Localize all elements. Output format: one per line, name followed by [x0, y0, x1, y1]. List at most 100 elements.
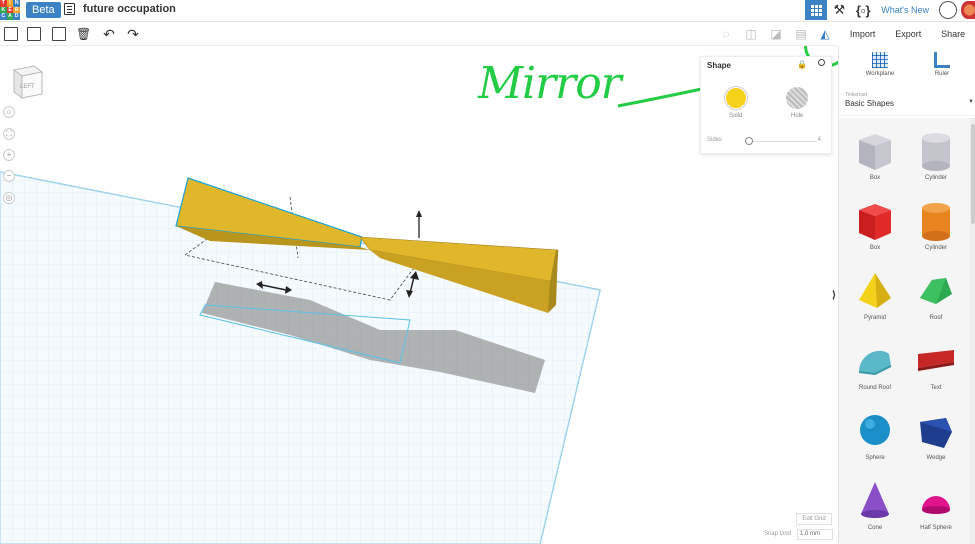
shape-label: Wedge [926, 455, 946, 461]
chevron-down-icon[interactable]: ▼ [968, 99, 974, 105]
shape-label: Cone [867, 525, 883, 531]
shape-category-select[interactable]: Basic Shapes [845, 99, 894, 108]
logo-letter: T [0, 0, 7, 7]
trash-icon[interactable]: 🗑 [76, 27, 91, 41]
snap-grid-select[interactable]: 1.0 mm [797, 529, 833, 540]
shape-label: Box [869, 175, 881, 181]
shape-cylinder[interactable]: Cylinder [906, 200, 966, 251]
light-bulb-icon[interactable]: ◌ [719, 27, 733, 41]
collapse-panel-icon[interactable]: ⟩ [832, 290, 836, 301]
sides-slider-knob[interactable] [745, 137, 753, 145]
zoom-out-icon[interactable]: − [3, 170, 15, 182]
user-avatar[interactable] [961, 1, 975, 19]
export-button[interactable]: Export [895, 29, 921, 39]
shape-cone[interactable]: Cone [845, 480, 905, 531]
shape-label: Half Sphere [920, 525, 952, 531]
shape-label: Pyramid [863, 315, 886, 321]
edit-toolbar: 🗑 ↶ ↷ ◌ ◫ ◪ ▤ ◭ [0, 22, 838, 46]
document-title[interactable]: future occupation [83, 3, 176, 15]
shapes-sidebar: Workplane Ruler Tinkercad Basic Shapes ▼… [838, 46, 975, 544]
shape-inspector: Shape 🔒 Solid Hole Sides 4 [700, 56, 832, 154]
light-bulb-toggle-icon[interactable] [818, 59, 825, 66]
shape-roof[interactable]: Roof [906, 270, 966, 321]
shape-list: Box Cylinder Box Cylinder Pyramid Roof R… [839, 118, 970, 544]
logo-letter: E [6, 6, 14, 14]
cone-icon [861, 482, 889, 518]
box-hole-icon [859, 134, 891, 170]
paste-icon[interactable] [27, 27, 41, 41]
ungroup-icon[interactable]: ◪ [769, 27, 783, 41]
top-right-controls: ⚒ {▫} What's New [805, 0, 975, 20]
shape-label: Cylinder [924, 175, 947, 181]
hole-label: Hole [791, 113, 804, 119]
solid-color-swatch[interactable] [725, 87, 747, 109]
ortho-view-icon[interactable]: ◎ [3, 192, 15, 204]
shape-wedge[interactable]: Wedge [906, 410, 966, 461]
sides-slider-track[interactable] [745, 141, 817, 142]
shape-sphere[interactable]: Sphere [845, 410, 905, 461]
group-icon[interactable]: ◫ [744, 27, 758, 41]
add-user-icon[interactable] [939, 1, 957, 19]
home-view-icon[interactable]: ⌂ [3, 106, 15, 118]
shape-cylinder-hole[interactable]: Cylinder [906, 130, 966, 181]
workplane-button[interactable]: Workplane [855, 52, 905, 77]
copy-icon[interactable] [4, 27, 18, 41]
ruler-icon [934, 52, 950, 68]
align-icon[interactable]: ▤ [794, 27, 808, 41]
ruler-label: Ruler [934, 71, 950, 77]
logo-letter: C [0, 13, 7, 20]
logo-letter: K [0, 6, 7, 14]
edit-grid-button[interactable]: Edit Grid [796, 513, 832, 525]
snap-grid-label: Snap Grid [764, 531, 792, 537]
logo-letter: N [13, 0, 20, 7]
shape-label: Box [869, 245, 881, 251]
solid-label: Solid [729, 113, 743, 119]
codeblocks-icon[interactable]: {▫} [851, 0, 875, 20]
shape-half-sphere[interactable]: Half Sphere [906, 480, 966, 531]
top-bar: T I N K E R C A D Beta future occupation… [0, 0, 975, 22]
shape-list-scrollbar[interactable] [970, 118, 975, 544]
mirror-icon[interactable]: ◭ [818, 27, 832, 41]
beta-badge[interactable]: Beta [26, 2, 61, 18]
redo-icon[interactable]: ↷ [126, 27, 140, 41]
duplicate-icon[interactable] [52, 27, 66, 41]
3d-design-view-button[interactable] [805, 0, 828, 20]
logo-letter: D [13, 13, 20, 20]
import-button[interactable]: Import [850, 29, 876, 39]
shape-box[interactable]: Box [845, 200, 905, 251]
whats-new-link[interactable]: What's New [881, 5, 929, 15]
half-sphere-icon [922, 496, 950, 514]
logo-letter: R [13, 6, 20, 14]
shape-pyramid[interactable]: Pyramid [845, 270, 905, 321]
lock-icon[interactable]: 🔒 [797, 60, 807, 69]
shape-text[interactable]: Text [906, 340, 966, 391]
3d-viewport[interactable]: LEFT ⌂ ⛶ + − ◎ Mirror Shape 🔒 Solid Hole… [0, 46, 838, 544]
sidebar-header: Workplane Ruler Tinkercad Basic Shapes ▼ [839, 46, 975, 116]
shape-round-roof[interactable]: Round Roof [845, 340, 905, 391]
round-roof-icon [858, 350, 892, 376]
pickaxe-icon[interactable]: ⚒ [827, 0, 851, 20]
sphere-icon [860, 415, 890, 445]
roof-icon [920, 278, 952, 304]
view-cube-face[interactable]: LEFT [20, 84, 35, 90]
pyramid-icon [859, 273, 891, 308]
fit-view-icon[interactable]: ⛶ [3, 128, 15, 140]
shape-label: Round Roof [858, 385, 892, 391]
logo-letter: A [6, 13, 14, 20]
shape-panel-title: Shape [707, 61, 732, 70]
shape-box-hole[interactable]: Box [845, 130, 905, 181]
box-icon [859, 204, 891, 240]
undo-icon[interactable]: ↶ [102, 27, 116, 41]
view-cube[interactable]: LEFT [8, 62, 46, 100]
cylinder-hole-icon [922, 133, 950, 171]
hole-swatch[interactable] [786, 87, 808, 109]
share-button[interactable]: Share [941, 29, 965, 39]
workplane-label: Workplane [865, 71, 895, 77]
file-actions: Import Export Share [840, 22, 975, 46]
document-list-icon[interactable] [64, 3, 75, 15]
ruler-button[interactable]: Ruler [917, 52, 967, 77]
library-label: Tinkercad [845, 92, 867, 98]
zoom-in-icon[interactable]: + [3, 149, 15, 161]
tinkercad-logo[interactable]: T I N K E R C A D [0, 0, 20, 20]
shape-label: Cylinder [924, 245, 947, 251]
